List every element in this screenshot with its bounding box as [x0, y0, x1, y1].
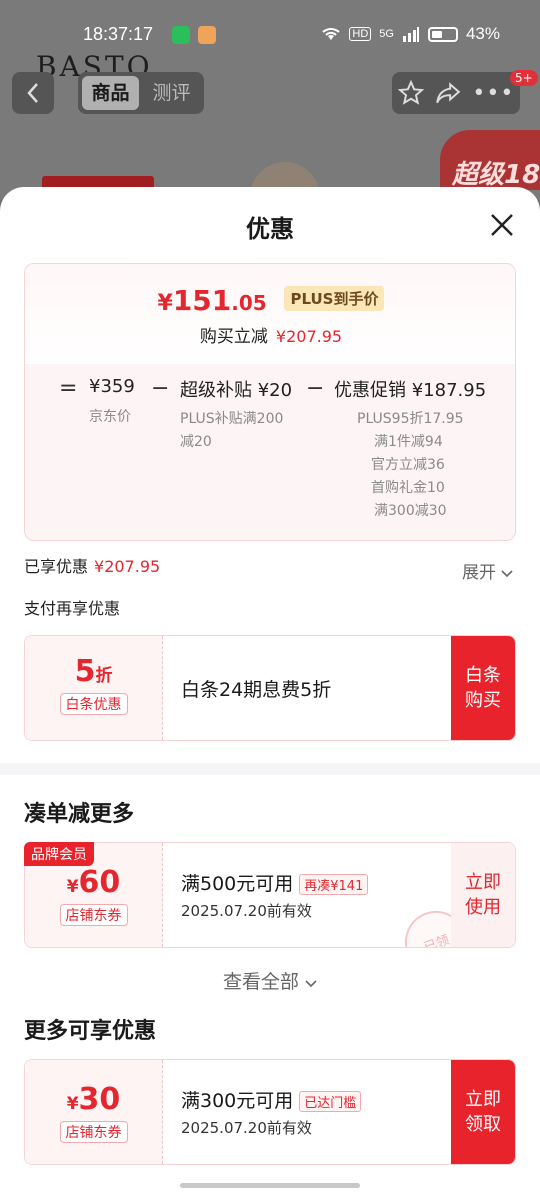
coupon-type-label: 店铺东券 [59, 904, 128, 926]
button-line: 立即 [465, 872, 501, 893]
coupon-condition: 已达门槛 [299, 1091, 362, 1112]
baitiao-value: 5 [74, 654, 96, 689]
phone-app-icon [172, 26, 190, 44]
coupon-info: 满500元可用 再凑¥141 2025.07.20前有效 [181, 843, 369, 947]
coupon-info: 满300元可用 已达门槛 2025.07.20前有效 [181, 1060, 362, 1164]
pay-more-label: 支付再享优惠 [24, 599, 121, 618]
see-all-button[interactable]: 查看全部 [0, 967, 540, 994]
product-tabs: 商品 测评 [78, 72, 204, 114]
coupon-yen: ¥ [66, 1094, 79, 1114]
coupon-title: 满300元可用 [181, 1090, 294, 1112]
signal-icon [402, 27, 419, 42]
star-icon[interactable] [397, 80, 424, 106]
coupon-condition: 再凑¥141 [299, 874, 369, 895]
top-right-tools: ••• [392, 72, 520, 114]
network-label: 5G [379, 28, 394, 40]
share-icon[interactable] [435, 81, 461, 105]
battery-level: 43% [465, 24, 500, 43]
coupon-yen: ¥ [66, 877, 79, 897]
enjoyed-discount: 已享优惠 ¥207.95 [24, 553, 160, 577]
section-divider [0, 763, 540, 775]
baitiao-offer-card: 5折 白条优惠 白条24期息费5折 白条购买 [24, 635, 516, 741]
coupon-card-30: ¥30 店铺东券 满300元可用 已达门槛 2025.07.20前有效 立即领取 [24, 1059, 516, 1165]
enjoyed-label: 已享优惠 [24, 557, 89, 576]
price-decimal: .05 [231, 291, 267, 315]
coupon-value-block: ¥30 店铺东券 [25, 1060, 163, 1164]
enjoyed-value: ¥207.95 [94, 557, 161, 576]
coupon-expiry: 2025.07.20前有效 [181, 1119, 312, 1137]
baitiao-value-block: 5折 白条优惠 [25, 636, 163, 740]
minus-sign: − [151, 376, 170, 401]
final-price: ¥151.05 PLUS到手价 [25, 284, 515, 317]
back-button[interactable] [12, 72, 54, 114]
coupon-expiry: 2025.07.20前有效 [181, 902, 312, 920]
status-time: 18:37:17 [83, 24, 154, 44]
coupon-value: 30 [78, 1082, 121, 1117]
subsidy-detail-2: 减20 [180, 434, 212, 450]
brand-member-tag: 品牌会员 [24, 842, 94, 866]
close-icon[interactable] [488, 211, 516, 239]
coupon-card-60: ¥60 店铺东券 满500元可用 再凑¥141 2025.07.20前有效 已领 … [24, 842, 516, 948]
minus-sign-2: − [306, 376, 325, 401]
equals-sign: = [59, 376, 78, 401]
coupon-type-label: 店铺东券 [59, 1121, 128, 1143]
expand-label: 展开 [462, 563, 496, 583]
sheet-title: 优惠 [246, 215, 294, 243]
subsidy-main: 超级补贴 ¥20 [180, 380, 293, 401]
instant-cut: 购买立减 ¥207.95 [25, 322, 515, 347]
promo-main: 优惠促销 ¥187.95 [334, 380, 487, 401]
promo-detail: 满1件减94 [374, 434, 443, 450]
base-price: ¥359 [89, 376, 135, 397]
baitiao-title: 白条24期息费5折 [181, 678, 332, 701]
currency-symbol: ¥ [157, 291, 173, 316]
see-all-label: 查看全部 [222, 971, 299, 993]
promo-detail: 满300减30 [374, 503, 447, 519]
instant-cut-value: ¥207.95 [275, 327, 343, 346]
baitiao-unit: 折 [95, 666, 113, 686]
promo-banner: 超级18 [440, 130, 540, 190]
subsidy-detail-1: PLUS补贴满200 [180, 411, 284, 427]
status-bar: 18:37:17 HD 5G 43% [0, 0, 540, 72]
wifi-icon [322, 28, 341, 40]
chevron-left-icon [27, 83, 38, 103]
instant-cut-label: 购买立减 [199, 327, 268, 347]
base-price-label: 京东价 [89, 409, 131, 425]
price-breakdown-card: ¥151.05 PLUS到手价 购买立减 ¥207.95 = ¥359 京东价 −… [24, 263, 516, 541]
hd-icon: HD [349, 27, 372, 41]
coupon-value: 60 [78, 865, 121, 900]
chevron-down-icon [501, 570, 513, 578]
price-integer: 151 [172, 284, 232, 317]
chevron-down-icon [305, 980, 317, 988]
offer-sheet: 优惠 ¥151.05 PLUS到手价 购买立减 ¥207.95 = ¥359 京东… [0, 187, 540, 1200]
coupon-title: 满500元可用 [181, 873, 294, 895]
promo-detail: 官方立减36 [371, 457, 445, 473]
product-page-background: BASTO 超级18 18:37:17 HD 5G 43% 商品 测评 ••• … [0, 0, 540, 200]
promo-detail: PLUS95折17.95 [357, 411, 464, 427]
home-indicator[interactable] [180, 1183, 360, 1188]
button-line: 领取 [465, 1114, 501, 1135]
status-right-group: HD 5G 43% [321, 24, 500, 44]
plus-price-tag: PLUS到手价 [284, 285, 385, 311]
baitiao-info: 白条24期息费5折 [181, 636, 331, 740]
baitiao-buy-button[interactable]: 白条 购买 [451, 636, 515, 740]
claim-now-button[interactable]: 立即 领取 [451, 1060, 515, 1164]
section-title-combine: 凑单减更多 [24, 802, 135, 827]
more-icon[interactable]: ••• [472, 81, 514, 106]
tab-review[interactable]: 测评 [143, 76, 200, 110]
tab-product[interactable]: 商品 [82, 76, 139, 110]
battery-icon [427, 26, 458, 42]
button-line: 购买 [465, 690, 501, 711]
use-now-button[interactable]: 立即 使用 [451, 843, 515, 947]
message-badge: 5+ [510, 70, 538, 86]
expand-button[interactable]: 展开 [462, 558, 513, 583]
pet-app-icon [198, 26, 216, 44]
price-calculation: = ¥359 京东价 − 超级补贴 ¥20 PLUS补贴满200 减20 − 优… [25, 364, 515, 540]
baitiao-label: 白条优惠 [59, 693, 128, 715]
button-line: 白条 [465, 665, 501, 686]
promo-detail: 首购礼金10 [371, 480, 445, 496]
button-line: 使用 [465, 897, 501, 918]
section-title-more: 更多可享优惠 [24, 1019, 157, 1044]
button-line: 立即 [465, 1089, 501, 1110]
